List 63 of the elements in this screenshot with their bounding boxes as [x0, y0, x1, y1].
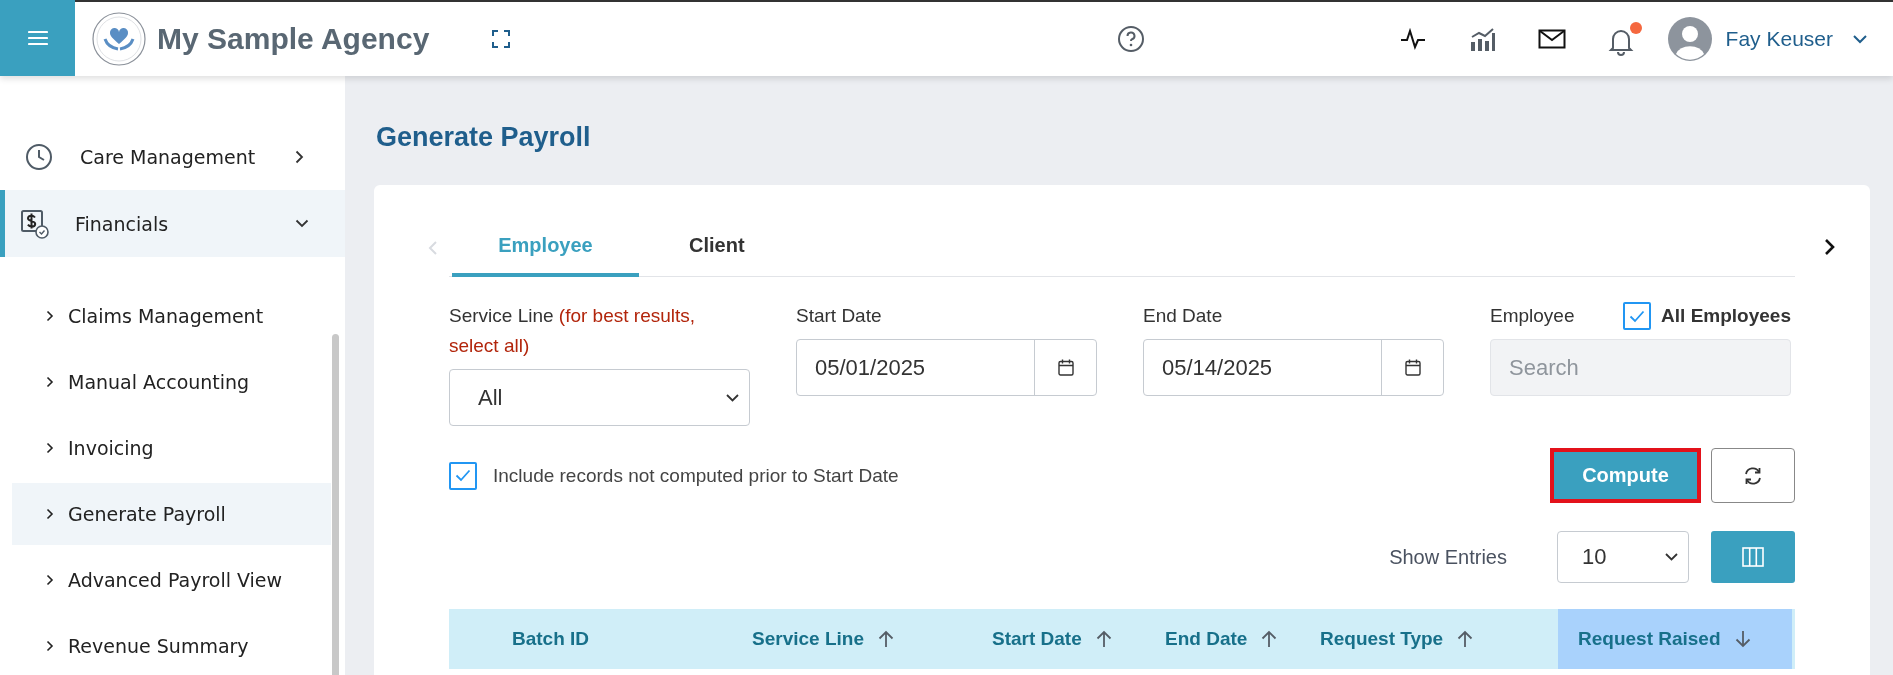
all-employees-label: All Employees	[1661, 305, 1791, 327]
chevron-down-icon	[295, 219, 309, 228]
notifications-button[interactable]	[1607, 22, 1642, 56]
refresh-button[interactable]	[1711, 448, 1795, 503]
nav-subitem[interactable]: Manual Accounting	[12, 351, 331, 413]
chevron-right-icon	[46, 574, 54, 586]
heart-hands-logo	[91, 11, 147, 67]
avatar-icon[interactable]	[1667, 17, 1712, 61]
scrollbar[interactable]	[332, 334, 339, 675]
checkmark-icon	[1629, 309, 1646, 323]
show-entries-label: Show Entries	[1389, 545, 1507, 569]
arrow-up-icon	[1457, 630, 1474, 648]
start-date-field[interactable]: 05/01/2025	[796, 339, 1097, 396]
agency-name: My Sample Agency	[157, 22, 430, 56]
start-date-label: Start Date	[796, 304, 883, 328]
service-line-label: Service Line (for best results, select all)	[449, 304, 697, 358]
caret-icon[interactable]	[1853, 34, 1867, 44]
nav-subitem[interactable]: Advanced Payroll View	[12, 549, 331, 611]
arrow-up-icon	[1261, 630, 1278, 648]
calendar-icon[interactable]	[1057, 359, 1074, 376]
nav-subitem[interactable]: Generate Payroll	[12, 483, 331, 545]
end-date-label: End Date	[1143, 304, 1224, 328]
checkbox[interactable]	[449, 461, 477, 490]
help-icon[interactable]	[1116, 25, 1145, 53]
page-title: Generate Payroll	[376, 122, 592, 153]
column-header[interactable]: Service Line	[700, 609, 960, 669]
checkmark-icon	[455, 469, 471, 482]
chevron-right-icon	[46, 376, 54, 388]
include-records-label: Include records not computed prior to Start Date	[493, 464, 899, 487]
mail-icon[interactable]	[1537, 29, 1566, 49]
nav-subitem[interactable]: Revenue Summary	[12, 615, 331, 675]
service-line-select[interactable]: All	[449, 369, 750, 426]
caret-icon	[1665, 553, 1678, 561]
chevron-right-icon	[46, 442, 54, 454]
menu-icon	[27, 30, 48, 46]
nav-subitem[interactable]: Claims Management	[12, 285, 331, 347]
nav-item[interactable]: Care Management	[0, 123, 345, 190]
nav-subitem[interactable]: Invoicing	[12, 417, 331, 479]
arrow-down-icon	[1734, 630, 1751, 648]
column-header[interactable]: Request Type	[1300, 609, 1558, 669]
employee-label: Employee	[1490, 304, 1575, 328]
columns-icon	[1742, 547, 1764, 567]
fullscreen-icon[interactable]	[491, 29, 512, 49]
calendar-icon[interactable]	[1404, 359, 1421, 376]
chevron-right-icon	[46, 310, 54, 322]
caret-icon	[726, 393, 739, 402]
chevron-right-icon[interactable]	[1823, 238, 1835, 256]
chevron-right-icon	[295, 149, 304, 164]
refresh-icon	[1743, 466, 1763, 485]
tab[interactable]: Client	[649, 218, 785, 277]
end-date-field[interactable]: 05/14/2025	[1143, 339, 1444, 396]
user-name[interactable]: Fay Keuser	[1725, 27, 1833, 51]
column-header[interactable]: Start Date	[960, 609, 1140, 669]
arrow-up-icon	[1095, 630, 1112, 648]
pulse-icon[interactable]	[1399, 28, 1426, 50]
chevron-right-icon	[46, 640, 54, 652]
column-header[interactable]: Batch ID	[449, 609, 700, 669]
entries-select[interactable]: 10	[1557, 531, 1689, 583]
column-header[interactable]: End Date	[1140, 609, 1300, 669]
nav-item[interactable]: Financials	[0, 190, 345, 257]
chevron-right-icon	[46, 508, 54, 520]
arrow-up-icon	[877, 630, 894, 648]
column-header[interactable]: Request Raised	[1558, 609, 1792, 669]
